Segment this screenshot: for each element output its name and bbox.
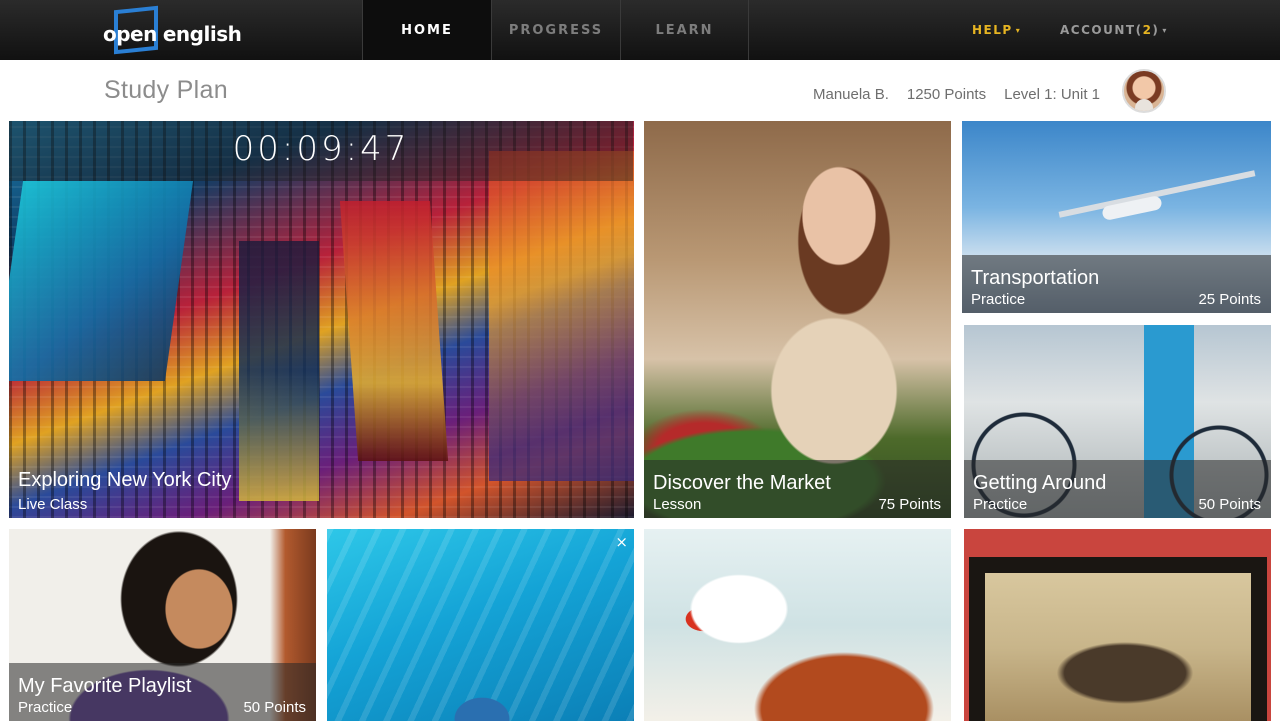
user-name: Manuela B. — [812, 86, 889, 103]
tile-painting[interactable] — [964, 529, 1271, 721]
help-link[interactable]: HELP ▾ — [972, 23, 1021, 37]
tile-my-favorite-playlist[interactable]: My Favorite Playlist Practice 50 Points — [9, 529, 316, 721]
tab-progress[interactable]: PROGRESS — [491, 0, 620, 60]
tile-getting-around[interactable]: Getting Around Practice 50 Points — [964, 325, 1271, 518]
logo-word-english: english — [162, 22, 242, 46]
user-points: 1250 Points — [906, 86, 987, 103]
tile-type: Lesson — [653, 496, 702, 513]
tile-food[interactable] — [644, 529, 951, 721]
account-link[interactable]: ACCOUNT (2) ▾ — [1060, 23, 1168, 37]
account-count-close: ) — [1152, 23, 1160, 37]
tile-type: Practice — [971, 291, 1026, 308]
tile-type: Live Class — [18, 496, 88, 513]
tab-home[interactable]: HOME — [362, 0, 491, 60]
page-title: Study Plan — [104, 76, 228, 104]
swimmer-image — [327, 529, 634, 721]
tile-title: My Favorite Playlist — [18, 675, 192, 697]
timer-value: 00:09:47 — [232, 129, 410, 169]
tile-points: 25 Points — [1198, 291, 1261, 308]
tile-points: 75 Points — [878, 496, 941, 513]
tile-title: Transportation — [971, 267, 1100, 289]
user-summary: Manuela B. 1250 Points Level 1: Unit 1 — [813, 86, 1100, 103]
tile-swimming[interactable]: × — [327, 529, 634, 721]
user-level: Level 1: Unit 1 — [1004, 86, 1100, 103]
nyc-building — [339, 201, 449, 461]
account-notification-count: 2 — [1142, 23, 1153, 37]
top-navigation-bar: open english HOME PROGRESS LEARN HELP ▾ A… — [0, 0, 1280, 60]
tile-transportation[interactable]: Transportation Practice 25 Points — [962, 121, 1271, 313]
painting-image — [985, 573, 1251, 721]
logo-text: open english — [103, 22, 242, 46]
open-english-logo[interactable]: open english — [100, 5, 242, 55]
tile-points: 50 Points — [243, 699, 306, 716]
account-label: ACCOUNT — [1060, 23, 1136, 37]
avatar[interactable] — [1122, 69, 1166, 113]
logo-word-open: open — [103, 22, 157, 46]
tile-title: Getting Around — [973, 472, 1107, 494]
close-icon[interactable]: × — [615, 533, 628, 551]
tile-points: 50 Points — [1198, 496, 1261, 513]
market-image — [644, 121, 951, 518]
account-menu[interactable]: ACCOUNT (2) ▾ — [1060, 0, 1168, 60]
class-timer: 00:09:47 — [9, 121, 633, 181]
tile-type: Practice — [18, 699, 73, 716]
tile-discover-the-market[interactable]: Discover the Market Lesson 75 Points — [644, 121, 951, 518]
tile-exploring-new-york-city[interactable]: 00:09:47 Exploring New York City Live Cl… — [9, 121, 634, 518]
account-caret-icon: ▾ — [1162, 25, 1168, 35]
account-count-open: ( — [1135, 23, 1143, 37]
help-menu[interactable]: HELP ▾ — [972, 0, 1021, 60]
help-label: HELP — [972, 23, 1013, 37]
nyc-building — [9, 181, 194, 381]
tile-type: Practice — [973, 496, 1028, 513]
nyc-building — [489, 151, 634, 481]
main-nav-tabs: HOME PROGRESS LEARN — [362, 0, 749, 60]
food-image — [644, 529, 951, 721]
tile-title: Exploring New York City — [18, 469, 232, 491]
tile-title: Discover the Market — [653, 472, 831, 494]
painting-frame — [969, 557, 1267, 721]
help-caret-icon: ▾ — [1015, 25, 1022, 35]
tab-learn[interactable]: LEARN — [620, 0, 749, 60]
nyc-building — [239, 241, 319, 501]
